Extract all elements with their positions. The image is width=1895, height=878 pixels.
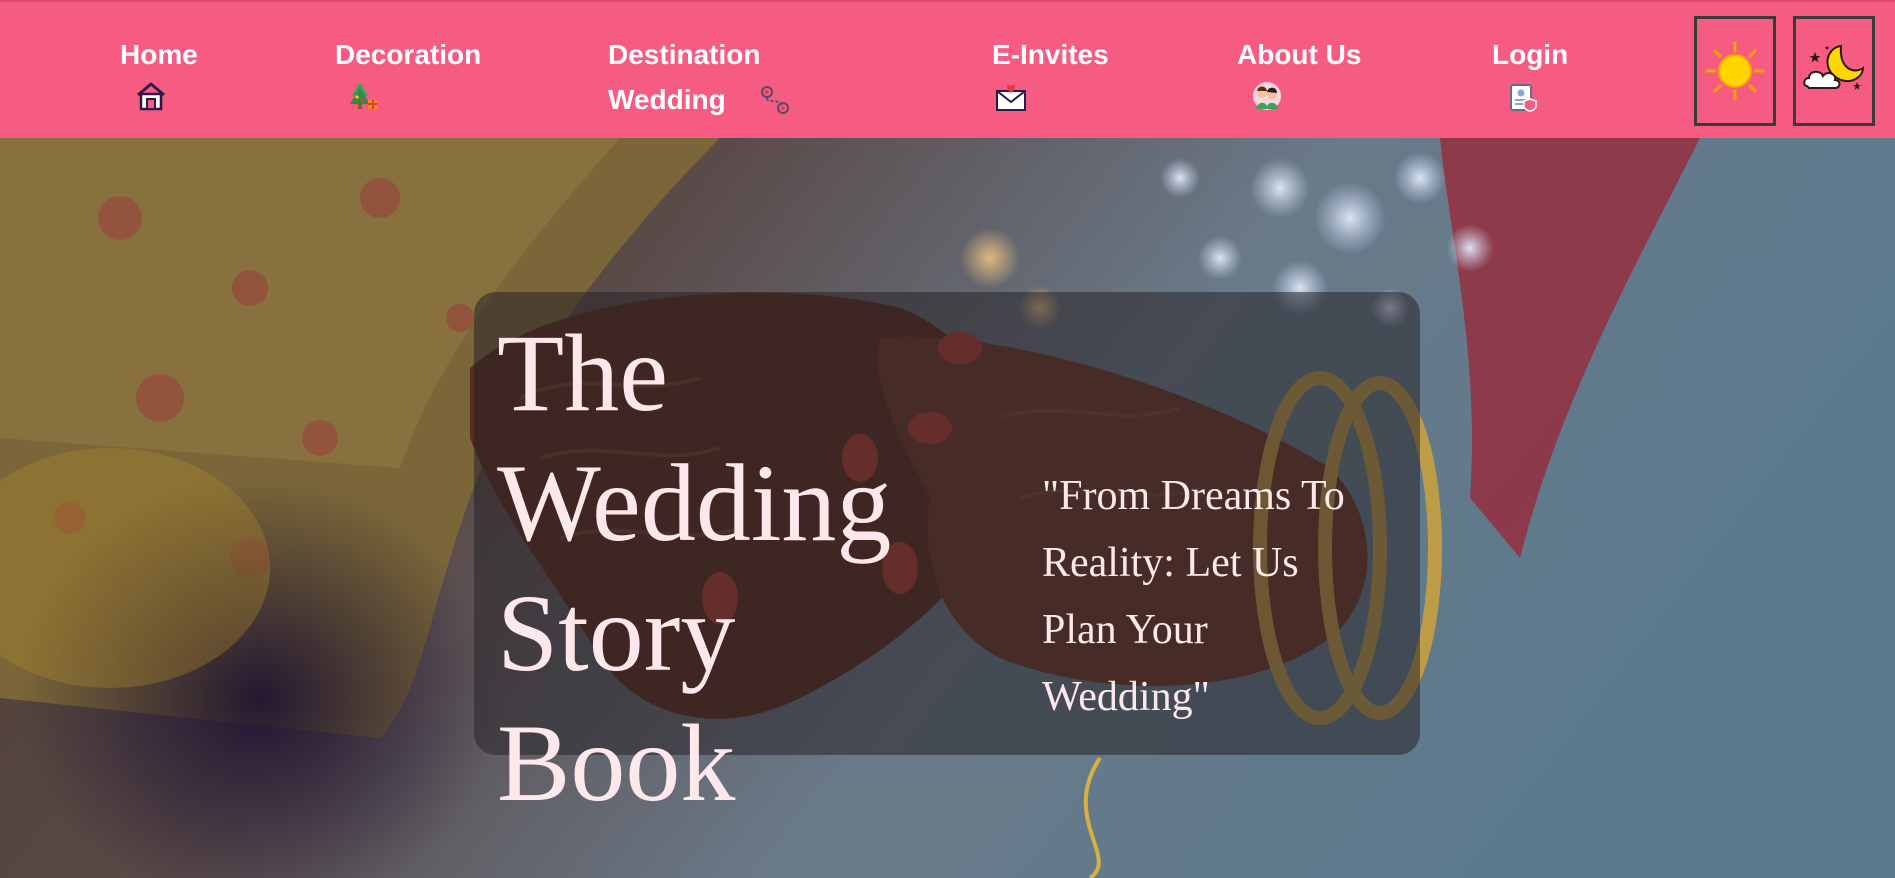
dark-mode-button[interactable] <box>1793 16 1875 126</box>
nav-decoration[interactable]: Decoration <box>335 32 481 113</box>
nav-decoration-label: Decoration <box>335 39 482 70</box>
nav-destination-wedding[interactable]: Destination Wedding <box>608 32 828 122</box>
nav-login-label: Login <box>1492 39 1569 70</box>
heart-envelope-icon <box>996 84 1026 111</box>
hero-section: The Wedding Story Book "From Dreams To R… <box>0 138 1895 878</box>
nav-home[interactable]: Home <box>120 32 198 113</box>
light-mode-button[interactable] <box>1694 16 1776 126</box>
house-icon <box>137 82 165 111</box>
nav-e-invites-label: E-Invites <box>992 39 1109 70</box>
sun-icon <box>1705 41 1765 101</box>
travel-route-icon <box>761 86 789 114</box>
nav-destination-label: Destination Wedding <box>608 39 761 115</box>
christmas-tree-gifts-icon <box>350 82 378 109</box>
nav-about-us[interactable]: About Us <box>1237 32 1361 113</box>
hero-tagline: "From Dreams To Reality: Let Us Plan You… <box>1042 473 1345 720</box>
hero-title: The Wedding Story Book <box>497 312 892 824</box>
nav-login[interactable]: Login <box>1492 32 1568 113</box>
couple-icon <box>1253 82 1281 110</box>
nav-e-invites[interactable]: E-Invites <box>992 32 1109 113</box>
nav-home-label: Home <box>120 39 198 70</box>
top-navbar: Home Decoration Destination Wedding E-In… <box>0 0 1895 138</box>
nav-about-label: About Us <box>1237 39 1362 70</box>
moon-cloud-icon <box>1803 44 1865 90</box>
id-card-icon <box>1510 84 1537 112</box>
